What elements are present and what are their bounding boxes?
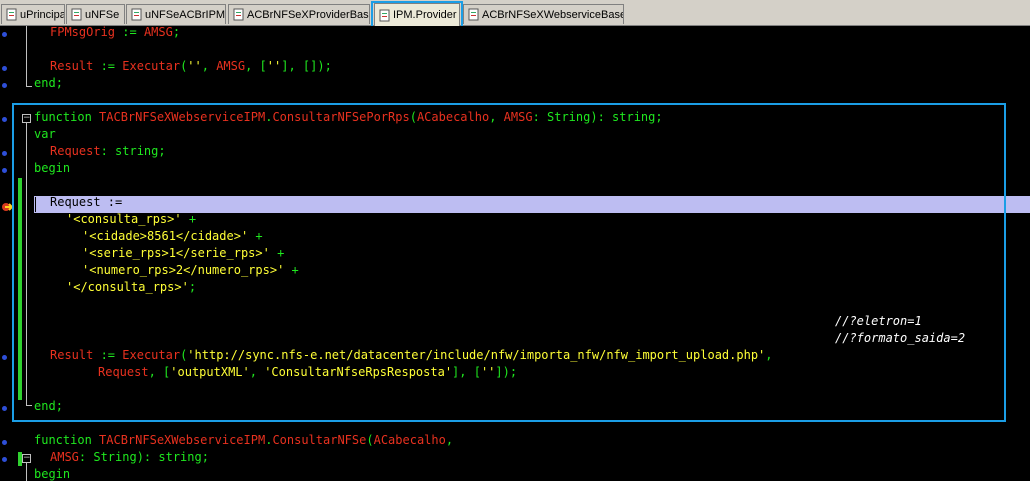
code-line-11: Request := bbox=[50, 195, 123, 209]
code-line-7: var bbox=[34, 127, 56, 141]
editor-tab-bar: uPrincipal uNFSe uNFSeACBrIPM ACBrNFSeXP… bbox=[0, 0, 1030, 26]
tab-label: uPrincipal bbox=[20, 8, 65, 21]
unit-file-icon bbox=[5, 8, 18, 21]
unit-file-icon bbox=[378, 9, 391, 22]
code-line-1: FPMsgOrig := AMSG; bbox=[50, 26, 181, 39]
fold-guide bbox=[26, 123, 27, 405]
tab-unfseacbripm[interactable]: uNFSeACBrIPM bbox=[126, 4, 226, 24]
code-line-15: '<numero_rps>2</numero_rps>' + bbox=[82, 263, 299, 277]
fold-guide-end bbox=[26, 405, 32, 406]
gutter-line-marker bbox=[2, 355, 7, 360]
code-line-22: Request, ['outputXML', 'ConsultarNfseRps… bbox=[98, 365, 518, 379]
code-line-8: Request: string; bbox=[50, 144, 166, 158]
unit-file-icon bbox=[130, 8, 143, 21]
unit-file-icon bbox=[467, 8, 480, 21]
fold-guide bbox=[26, 26, 27, 86]
code-line-20: //?formato_saida=2 bbox=[835, 331, 966, 345]
code-line-21: Result := Executar('http://sync.nfs-e.ne… bbox=[50, 348, 773, 362]
code-line-24: end; bbox=[34, 399, 63, 413]
breakpoint-execution-icon[interactable] bbox=[1, 198, 14, 211]
fold-guide bbox=[26, 463, 27, 481]
code-line-14: '<serie_rps>1</serie_rps>' + bbox=[82, 246, 285, 260]
gutter-line-marker bbox=[2, 66, 7, 71]
gutter-line-marker bbox=[2, 168, 7, 173]
text-caret bbox=[35, 197, 36, 212]
tab-label: ACBrNFSeXWebserviceBase bbox=[482, 8, 624, 21]
changed-lines-bar bbox=[18, 178, 22, 400]
gutter-line-marker bbox=[2, 83, 7, 88]
gutter-line-marker bbox=[2, 117, 7, 122]
code-line-9: begin bbox=[34, 161, 71, 175]
gutter-line-marker bbox=[2, 151, 7, 156]
gutter-line-marker bbox=[2, 406, 7, 411]
tab-label: uNFSeACBrIPM bbox=[145, 8, 226, 21]
tab-acbrnfsexwebservicebase[interactable]: ACBrNFSeXWebserviceBase bbox=[463, 4, 624, 24]
gutter-line-marker bbox=[2, 457, 7, 462]
code-line-4: end; bbox=[34, 76, 63, 90]
tab-unfse[interactable]: uNFSe bbox=[66, 4, 125, 24]
tab-acbrnfsexproviderbase[interactable]: ACBrNFSeXProviderBase bbox=[228, 4, 370, 24]
code-line-6: function TACBrNFSeXWebserviceIPM.Consult… bbox=[34, 110, 663, 124]
gutter-line-marker bbox=[2, 32, 7, 37]
fold-toggle-icon[interactable]: − bbox=[22, 454, 31, 463]
unit-file-icon bbox=[232, 8, 245, 21]
code-line-19: //?eletron=1 bbox=[835, 314, 922, 328]
code-line-13: '<cidade>8561</cidade>' + bbox=[82, 229, 263, 243]
code-line-26: function TACBrNFSeXWebserviceIPM.Consult… bbox=[34, 433, 454, 447]
tab-ipm-provider[interactable]: IPM.Provider bbox=[374, 3, 460, 26]
unit-file-icon bbox=[70, 8, 83, 21]
code-line-12: '<consulta_rps>' + bbox=[66, 212, 197, 226]
code-editor[interactable]: − − FPMsgOrig := AMSG; Result := Executa… bbox=[0, 26, 1030, 481]
tab-label: IPM.Provider bbox=[393, 9, 457, 21]
code-line-27: AMSG: String): string; bbox=[50, 450, 209, 464]
fold-guide-end bbox=[26, 86, 32, 87]
code-line-16: '</consulta_rps>'; bbox=[66, 280, 197, 294]
fold-toggle-icon[interactable]: − bbox=[22, 114, 31, 123]
code-line-3: Result := Executar('', AMSG, [''], []); bbox=[50, 59, 332, 73]
code-line-28: begin bbox=[34, 467, 71, 481]
tab-uprincipal[interactable]: uPrincipal bbox=[1, 4, 65, 24]
tab-label: uNFSe bbox=[85, 8, 120, 21]
tab-label: ACBrNFSeXProviderBase bbox=[247, 8, 370, 21]
gutter-line-marker bbox=[2, 440, 7, 445]
